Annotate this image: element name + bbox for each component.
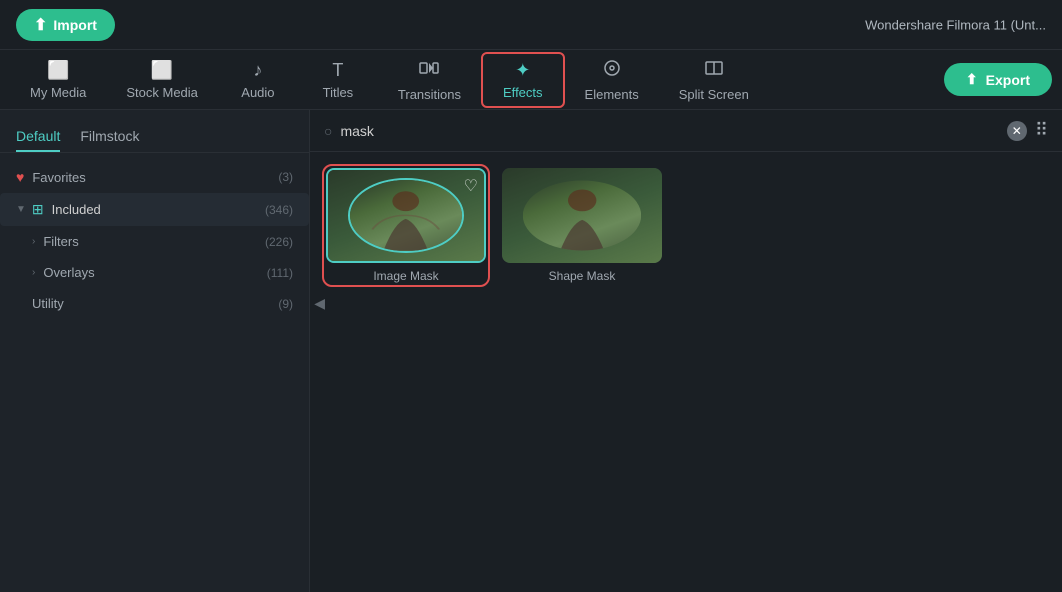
sidebar-item-favorites[interactable]: ♥ Favorites (3) — [0, 161, 309, 193]
effect-item-image-mask[interactable]: ♡ Image Mask — [326, 168, 486, 283]
tab-split-screen[interactable]: Split Screen — [659, 52, 769, 108]
heart-icon: ♥ — [16, 169, 24, 185]
effects-grid: ♡ Image Mask — [310, 152, 1062, 299]
utility-label: Utility — [32, 296, 64, 311]
effect-item-shape-mask[interactable]: Shape Mask — [502, 168, 662, 283]
tab-effects-label: Effects — [503, 85, 543, 100]
shape-mask-thumb — [502, 168, 662, 263]
my-media-icon: ⬜ — [47, 60, 69, 81]
split-screen-icon — [704, 58, 724, 83]
favorites-label: Favorites — [32, 170, 85, 185]
grid-icon: ⊞ — [32, 201, 44, 218]
search-icon: ○ — [324, 123, 332, 139]
tab-titles-label: Titles — [323, 85, 354, 100]
tab-elements-label: Elements — [585, 87, 639, 102]
sidebar-tab-filmstock[interactable]: Filmstock — [80, 122, 139, 152]
sidebar-item-utility[interactable]: Utility (9) ◀ — [0, 288, 309, 319]
grid-view-toggle[interactable]: ⠿ — [1035, 120, 1048, 141]
main-content: Default Filmstock ♥ Favorites (3) ▼ ⊞ In… — [0, 110, 1062, 592]
effects-icon: ✦ — [515, 60, 530, 81]
tab-titles[interactable]: T Titles — [298, 54, 378, 106]
tab-stock-media-label: Stock Media — [126, 85, 198, 100]
search-clear-button[interactable]: ✕ — [1007, 121, 1027, 141]
sidebar-tabs: Default Filmstock — [0, 110, 309, 153]
tab-audio-label: Audio — [241, 85, 274, 100]
elements-icon — [602, 58, 622, 83]
right-panel: ○ ✕ ⠿ — [310, 110, 1062, 592]
overlays-count: (111) — [267, 266, 293, 280]
export-icon: ⬆ — [966, 71, 978, 88]
search-input[interactable] — [340, 123, 998, 139]
chevron-right-icon-2: › — [32, 267, 35, 278]
stock-media-icon: ⬜ — [151, 60, 173, 81]
sidebar-list: ♥ Favorites (3) ▼ ⊞ Included (346) › Fil… — [0, 153, 309, 592]
favorite-toggle-image-mask[interactable]: ♡ — [464, 176, 478, 196]
titles-icon: T — [332, 60, 343, 81]
import-icon: ⬆ — [34, 15, 47, 35]
utility-count: (9) — [278, 297, 293, 311]
tab-transitions-label: Transitions — [398, 87, 461, 102]
included-label: Included — [52, 202, 101, 217]
overlays-label: Overlays — [43, 265, 94, 280]
sidebar-tab-filmstock-label: Filmstock — [80, 128, 139, 144]
tab-my-media[interactable]: ⬜ My Media — [10, 54, 106, 106]
tab-transitions[interactable]: Transitions — [378, 52, 481, 108]
nav-tabs: ⬜ My Media ⬜ Stock Media ♪ Audio T Title… — [0, 50, 1062, 110]
chevron-down-icon: ▼ — [16, 204, 26, 215]
included-count: (346) — [265, 203, 293, 217]
sidebar-tab-default[interactable]: Default — [16, 122, 60, 152]
sidebar-item-filters[interactable]: › Filters (226) — [0, 226, 309, 257]
image-mask-thumb: ♡ — [326, 168, 486, 263]
transitions-icon — [419, 58, 439, 83]
sidebar-item-overlays[interactable]: › Overlays (111) — [0, 257, 309, 288]
image-mask-label: Image Mask — [373, 269, 438, 283]
audio-icon: ♪ — [253, 60, 262, 81]
sidebar-tab-default-label: Default — [16, 128, 60, 144]
tab-elements[interactable]: Elements — [565, 52, 659, 108]
tab-split-screen-label: Split Screen — [679, 87, 749, 102]
filters-label: Filters — [43, 234, 78, 249]
export-label: Export — [986, 72, 1030, 88]
shape-mask-label: Shape Mask — [549, 269, 616, 283]
filters-count: (226) — [265, 235, 293, 249]
sidebar-item-included[interactable]: ▼ ⊞ Included (346) — [0, 193, 309, 226]
tab-effects[interactable]: ✦ Effects — [481, 52, 565, 108]
tab-stock-media[interactable]: ⬜ Stock Media — [106, 54, 218, 106]
tab-audio[interactable]: ♪ Audio — [218, 54, 298, 106]
collapse-arrow[interactable]: ◀ — [314, 295, 325, 312]
sidebar: Default Filmstock ♥ Favorites (3) ▼ ⊞ In… — [0, 110, 310, 592]
chevron-right-icon: › — [32, 236, 35, 247]
import-label: Import — [53, 17, 97, 33]
search-bar: ○ ✕ ⠿ — [310, 110, 1062, 152]
export-button[interactable]: ⬆ Export — [944, 63, 1052, 96]
app-title: Wondershare Filmora 11 (Unt... — [865, 17, 1046, 32]
top-bar: ⬆ Import Wondershare Filmora 11 (Unt... — [0, 0, 1062, 50]
tab-my-media-label: My Media — [30, 85, 86, 100]
favorites-count: (3) — [278, 170, 293, 184]
import-button[interactable]: ⬆ Import — [16, 9, 115, 41]
